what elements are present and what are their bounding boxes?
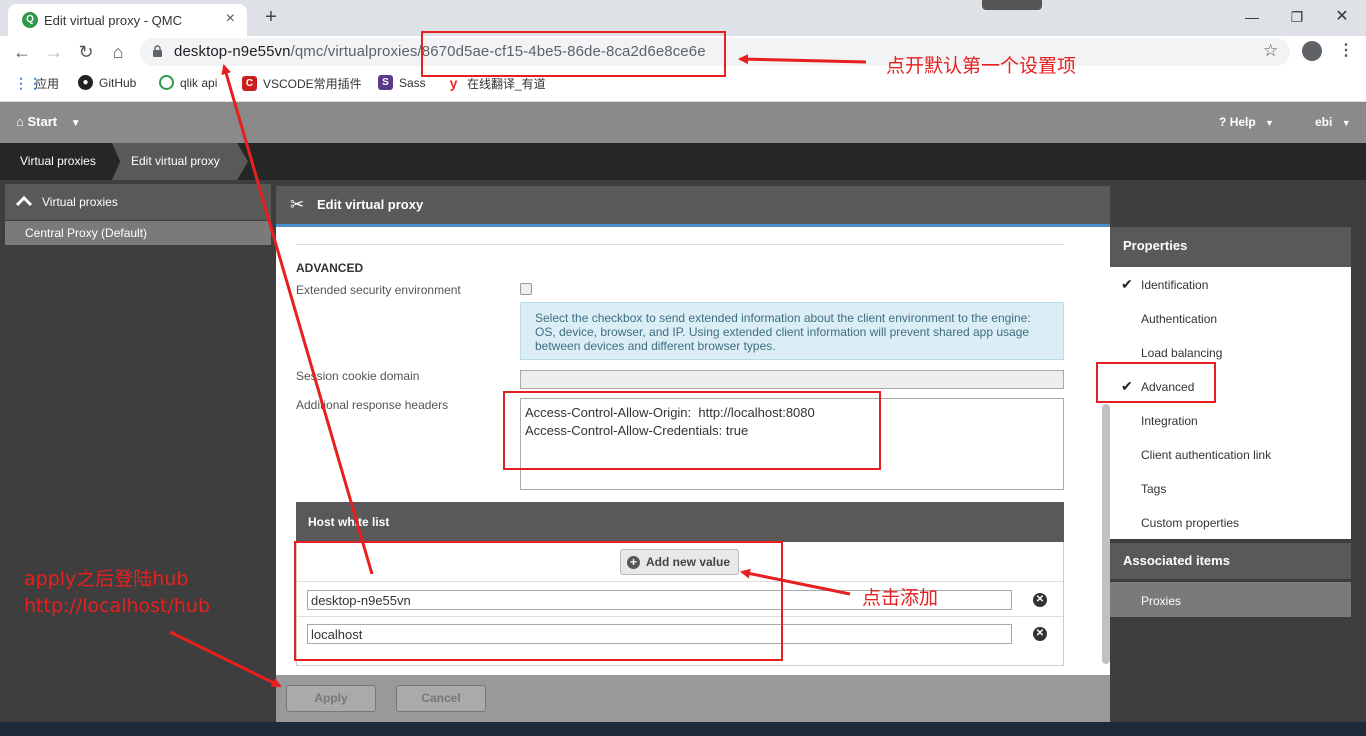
bookmark-label: VSCODE常用插件 <box>263 77 362 91</box>
extended-security-info: Select the checkbox to send extended inf… <box>520 302 1064 360</box>
annotation-box-headers <box>503 391 881 470</box>
annotation-box-hosts <box>294 541 783 661</box>
checkmark-icon: ✔ <box>1121 276 1133 292</box>
divider <box>296 244 1064 245</box>
response-headers-label: Additional response headers <box>296 398 449 412</box>
user-menu[interactable]: ebi ▼ <box>1315 115 1351 129</box>
annotation-box-advanced <box>1096 362 1216 403</box>
remove-circle-icon[interactable]: ✕ <box>1033 627 1047 641</box>
qmc-top-bar <box>0 102 1366 143</box>
help-label: Help <box>1229 115 1256 129</box>
property-client-auth-link[interactable]: Client authentication link <box>1141 448 1271 462</box>
bookmark-qlik-api[interactable]: qlik api <box>159 75 217 90</box>
advanced-section-title: ADVANCED <box>296 261 364 275</box>
edit-header: ✂ Edit virtual proxy <box>276 186 1110 224</box>
csdn-icon: C <box>242 76 257 91</box>
start-menu[interactable]: ⌂ Start ▼ <box>16 114 81 129</box>
bookmark-apps[interactable]: ⋮⋮ 应用 <box>14 75 59 92</box>
close-tab-icon[interactable]: × <box>226 10 235 28</box>
qlik-icon <box>159 75 174 90</box>
associated-item-proxies[interactable]: Proxies <box>1110 582 1351 617</box>
left-panel-title: Virtual proxies <box>42 195 118 209</box>
annotation-text-left: apply之后登陆hub http://localhost/hub <box>24 566 210 620</box>
user-label: ebi <box>1315 115 1333 129</box>
bookmark-label: qlik api <box>180 75 218 90</box>
lock-icon <box>153 45 162 57</box>
property-identification[interactable]: Identification <box>1141 278 1208 292</box>
remove-circle-icon[interactable]: ✕ <box>1033 593 1047 607</box>
minimize-button[interactable]: — <box>1237 6 1267 28</box>
youdao-icon: y <box>449 75 458 91</box>
back-arrow-icon[interactable]: ← <box>10 40 34 64</box>
github-icon: ● <box>78 75 93 90</box>
bookmark-label: Sass <box>399 75 426 90</box>
bookmark-sass[interactable]: S Sass <box>378 75 426 90</box>
forward-arrow-icon[interactable]: → <box>42 40 66 64</box>
bookmark-star-icon[interactable]: ☆ <box>1263 41 1278 61</box>
annotation-text-add: 点击添加 <box>862 587 939 609</box>
host-white-list-header: Host white list <box>296 502 1064 542</box>
bookmark-github[interactable]: ● GitHub <box>78 75 136 90</box>
qmc-favicon-icon: Q <box>22 12 38 28</box>
property-load-balancing[interactable]: Load balancing <box>1141 346 1222 360</box>
properties-header: Properties <box>1110 227 1351 267</box>
associated-items-header: Associated items <box>1110 543 1351 579</box>
cancel-button[interactable]: Cancel <box>396 685 486 712</box>
caret-down-icon: ▼ <box>70 118 81 129</box>
tab-title: Edit virtual proxy - QMC <box>44 13 182 28</box>
breadcrumb-edit-virtual-proxy[interactable]: Edit virtual proxy <box>112 143 248 180</box>
bookmark-label: 应用 <box>35 77 60 91</box>
caret-down-icon: ▼ <box>1265 118 1274 128</box>
more-menu-icon[interactable]: ⋮ <box>1338 40 1354 60</box>
tools-icon: ✂ <box>290 195 305 214</box>
help-icon: ? <box>1219 115 1227 129</box>
property-integration[interactable]: Integration <box>1141 414 1198 428</box>
property-authentication[interactable]: Authentication <box>1141 312 1217 326</box>
bookmark-label: 在线翻译_有道 <box>467 77 546 91</box>
reload-icon[interactable]: ↻ <box>74 40 98 64</box>
home-icon: ⌂ <box>16 114 24 129</box>
session-cookie-label: Session cookie domain <box>296 369 420 383</box>
start-label: Start <box>27 114 58 129</box>
left-panel-item-central-proxy[interactable]: Central Proxy (Default) <box>5 221 271 245</box>
new-tab-button[interactable]: + <box>258 4 284 30</box>
maximize-button[interactable]: ❐ <box>1282 6 1312 28</box>
annotation-box-url <box>421 31 726 77</box>
profile-avatar[interactable] <box>1302 41 1322 61</box>
annotation-text-top: 点开默认第一个设置项 <box>886 55 1077 77</box>
property-custom-properties[interactable]: Custom properties <box>1141 516 1239 530</box>
scrollbar[interactable] <box>1102 404 1110 664</box>
apply-button[interactable]: Apply <box>286 685 376 712</box>
extended-security-checkbox[interactable] <box>520 283 532 295</box>
annotation-left-line1: apply之后登陆hub <box>24 568 189 590</box>
os-taskbar <box>0 722 1366 736</box>
bookmark-label: GitHub <box>99 75 137 90</box>
close-window-button[interactable]: ✕ <box>1327 6 1357 28</box>
caret-down-icon: ▼ <box>1341 118 1351 128</box>
extended-security-label: Extended security environment <box>296 283 461 297</box>
apps-grid-icon: ⋮⋮ <box>14 75 42 91</box>
bookmark-youdao[interactable]: y 在线翻译_有道 <box>446 75 546 92</box>
properties-list <box>1110 267 1351 539</box>
home-icon[interactable]: ⌂ <box>106 40 130 64</box>
url-host: desktop-n9e55vn <box>174 43 291 60</box>
left-panel <box>0 180 276 736</box>
left-panel-header[interactable]: Virtual proxies <box>5 184 271 220</box>
edit-title: Edit virtual proxy <box>317 197 424 212</box>
help-menu[interactable]: ? Help ▼ <box>1219 115 1274 129</box>
s-icon: S <box>378 75 393 90</box>
breadcrumb-virtual-proxies[interactable]: Virtual proxies <box>0 143 110 180</box>
property-tags[interactable]: Tags <box>1141 482 1166 496</box>
bookmark-vscode[interactable]: C VSCODE常用插件 <box>242 75 362 92</box>
annotation-left-line2: http://localhost/hub <box>24 595 211 617</box>
chevron-up-icon <box>16 195 32 207</box>
browser-tab[interactable]: Q Edit virtual proxy - QMC × <box>8 4 247 36</box>
session-cookie-input[interactable] <box>520 370 1064 389</box>
hardware-indicator <box>982 0 1042 10</box>
